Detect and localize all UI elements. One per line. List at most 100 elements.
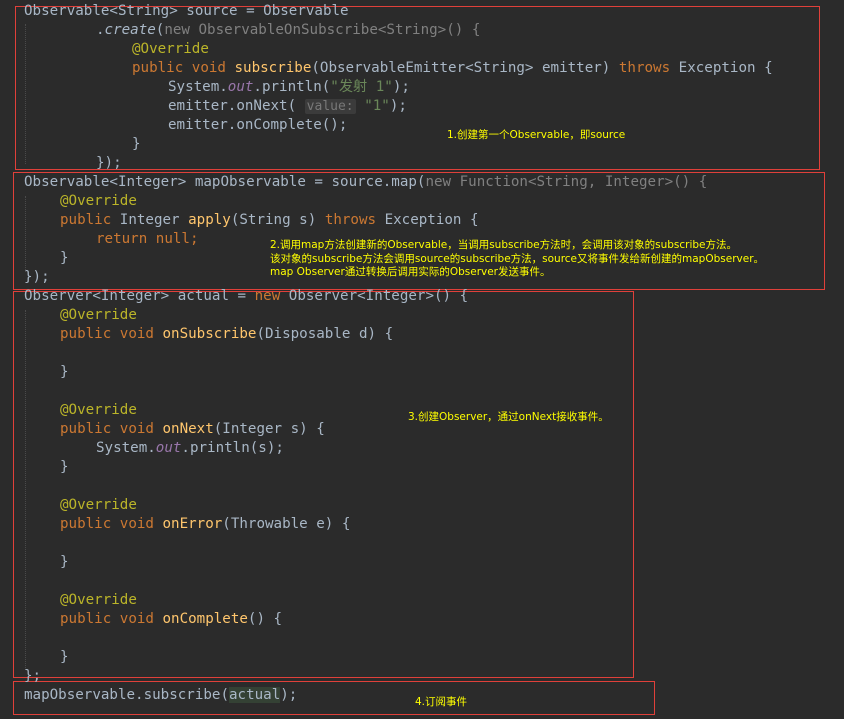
code-line: public void onError(Throwable e) { bbox=[60, 515, 350, 534]
code-token: Observable<String> source = Observable bbox=[24, 3, 349, 19]
code-token: (Throwable e) { bbox=[222, 516, 351, 532]
code-token: throws bbox=[324, 212, 377, 228]
code-line: Observer<Integer> actual = new Observer<… bbox=[24, 287, 468, 306]
code-token: ); bbox=[392, 79, 410, 95]
code-token: onSubscribe bbox=[162, 326, 257, 342]
code-line: } bbox=[60, 249, 69, 268]
code-token: public void bbox=[132, 60, 235, 76]
annotation-note-4: 4.订阅事件 bbox=[415, 696, 468, 708]
code-token: Integer bbox=[111, 212, 189, 228]
code-token: subscribe bbox=[234, 60, 312, 76]
code-line: } bbox=[60, 458, 69, 477]
code-line: Observable<Integer> mapObservable = sour… bbox=[24, 173, 707, 192]
code-token: public void bbox=[60, 611, 163, 627]
code-token: (Disposable d) { bbox=[256, 326, 394, 342]
code-line: @Override bbox=[132, 40, 209, 59]
code-token: (Integer s) { bbox=[213, 421, 325, 437]
code-token: onNext bbox=[162, 421, 214, 437]
code-token: new bbox=[254, 288, 281, 304]
code-line: }); bbox=[24, 268, 50, 287]
code-line: emitter.onComplete(); bbox=[168, 116, 347, 135]
code-token: ; bbox=[189, 231, 199, 247]
code-token: "发射 1" bbox=[330, 79, 393, 95]
code-line: .create(new ObservableOnSubscribe<String… bbox=[96, 21, 480, 40]
code-line: System.out.println(s); bbox=[96, 439, 284, 458]
annotation-note-1: 1.创建第一个Observable，即source bbox=[447, 129, 626, 141]
code-token: Observable<Integer> mapObservable = sour… bbox=[24, 174, 426, 190]
code-token: }; bbox=[24, 668, 42, 684]
code-token: Observer<Integer>() { bbox=[280, 288, 469, 304]
code-token: @Override bbox=[60, 497, 137, 513]
code-token: mapObservable.subscribe( bbox=[24, 687, 229, 703]
code-token: } bbox=[60, 459, 69, 475]
code-token-highlighted: actual bbox=[229, 687, 281, 703]
code-token: ); bbox=[389, 98, 407, 114]
code-token: ); bbox=[280, 687, 298, 703]
code-line: public void onNext(Integer s) { bbox=[60, 420, 325, 439]
code-token: (ObservableEmitter<String> emitter) bbox=[311, 60, 619, 76]
code-token: "1" bbox=[364, 98, 390, 114]
code-token: public void bbox=[60, 516, 163, 532]
code-line: mapObservable.subscribe(actual); bbox=[24, 686, 297, 705]
code-token: apply bbox=[188, 212, 231, 228]
annotation-note-2: 2.调用map方法创建新的Observable，当调用subscribe方法时，… bbox=[270, 239, 765, 278]
annotation-note-3: 3.创建Observer，通过onNext接收事件。 bbox=[408, 411, 609, 423]
code-token: out bbox=[227, 79, 254, 95]
code-token: onComplete bbox=[162, 611, 248, 627]
code-token: return null bbox=[96, 231, 190, 247]
code-token: System. bbox=[168, 79, 228, 95]
code-line: }; bbox=[24, 667, 41, 686]
code-token: } bbox=[60, 364, 69, 380]
code-token: (String s) bbox=[230, 212, 325, 228]
code-token: public void bbox=[60, 421, 163, 437]
code-line: } bbox=[60, 363, 69, 382]
code-token: throws bbox=[618, 60, 671, 76]
code-line: public void subscribe(ObservableEmitter<… bbox=[132, 59, 773, 78]
code-token: } bbox=[60, 250, 69, 266]
code-line: System.out.println("发射 1"); bbox=[168, 78, 410, 97]
code-line: @Override bbox=[60, 496, 137, 515]
code-token: }); bbox=[24, 269, 50, 285]
code-line: }); bbox=[96, 154, 122, 173]
code-token: } bbox=[132, 136, 141, 152]
code-line: } bbox=[60, 553, 69, 572]
code-token: public void bbox=[60, 326, 163, 342]
code-line: @Override bbox=[60, 401, 137, 420]
code-editor[interactable]: Observable<String> source = Observable .… bbox=[24, 2, 773, 703]
code-token: .println(s); bbox=[181, 440, 284, 456]
code-line: return null; bbox=[96, 230, 199, 249]
code-token: create bbox=[104, 22, 156, 38]
code-token: onError bbox=[162, 516, 223, 532]
code-line: @Override bbox=[60, 591, 137, 610]
code-token: Observer<Integer> actual = bbox=[24, 288, 255, 304]
code-line: @Override bbox=[60, 192, 137, 211]
code-token: out bbox=[155, 440, 182, 456]
code-line: } bbox=[60, 648, 69, 667]
code-line: emitter.onNext( value: "1"); bbox=[168, 97, 407, 116]
code-token: } bbox=[60, 554, 69, 570]
code-token: @Override bbox=[132, 41, 209, 57]
code-token: .println( bbox=[253, 79, 331, 95]
code-token: Exception { bbox=[376, 212, 479, 228]
code-token: @Override bbox=[60, 193, 137, 209]
code-token: System. bbox=[96, 440, 156, 456]
code-line: @Override bbox=[60, 306, 137, 325]
screenshot-root: { "code": { "l1": ["Observable<String> s… bbox=[0, 0, 844, 719]
code-token: Exception { bbox=[670, 60, 773, 76]
code-line: } bbox=[132, 135, 141, 154]
code-token: () { bbox=[247, 611, 283, 627]
code-line: public void onSubscribe(Disposable d) { bbox=[60, 325, 393, 344]
code-token: . bbox=[96, 22, 105, 38]
code-token: new ObservableOnSubscribe<String>() { bbox=[164, 22, 481, 38]
code-token: public bbox=[60, 212, 112, 228]
code-token: } bbox=[60, 649, 69, 665]
code-token: new Function<String, Integer>() { bbox=[425, 174, 708, 190]
code-token: @Override bbox=[60, 402, 137, 418]
code-token: }); bbox=[96, 155, 122, 171]
code-token: @Override bbox=[60, 592, 137, 608]
parameter-hint: value: bbox=[304, 99, 356, 114]
code-token: emitter.onNext( bbox=[168, 98, 305, 114]
code-token: @Override bbox=[60, 307, 137, 323]
code-token: emitter.onComplete(); bbox=[168, 117, 348, 133]
